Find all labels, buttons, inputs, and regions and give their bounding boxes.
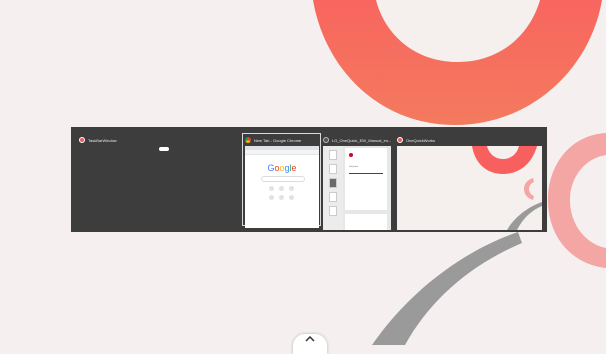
wallpaper-preview [472, 146, 542, 230]
dock-toggle-button[interactable] [293, 334, 327, 354]
pdf-page: OneQuick [345, 148, 387, 210]
pdf-preview: OneQuick [323, 146, 391, 230]
window-title: New Tab - Google Chrome [254, 137, 302, 143]
pdf-viewer-icon [323, 137, 329, 143]
app-icon [397, 137, 403, 143]
page-thumbnail [329, 150, 337, 160]
shortcut-tile [279, 186, 284, 191]
window-title-bar: New Tab - Google Chrome [245, 134, 301, 146]
window-thumbnail-onequickworks[interactable]: OneQuickWorks [394, 134, 544, 230]
page-thumbnail [329, 178, 337, 188]
shortcut-tile [269, 195, 274, 200]
pdf-divider [349, 173, 383, 174]
page-thumbnail [329, 192, 337, 202]
browser-address-bar [245, 150, 319, 155]
google-search-box [261, 176, 305, 182]
window-title: TaskBarWindow [88, 137, 117, 143]
shortcut-tile [289, 195, 294, 200]
wallpaper-pink-ring [548, 133, 606, 268]
task-switcher: TaskBarWindow New Tab - Google Chrome Go… [71, 127, 547, 232]
window-title: OneQuickWorks [406, 137, 436, 143]
wallpaper-gray-arc [372, 232, 522, 345]
window-thumbnail-manual-pdf[interactable]: LG_OneQuick_EW_Manual_en... OneQuick [323, 134, 391, 230]
lg-logo [349, 153, 353, 157]
onequickworks-preview [397, 146, 542, 230]
google-logo: Google [267, 163, 297, 173]
window-title-bar: OneQuickWorks [397, 134, 435, 146]
floating-toolbar-preview [159, 147, 169, 151]
pdf-page-title: OneQuick [349, 166, 358, 168]
window-title-bar: LG_OneQuick_EW_Manual_en... [323, 134, 391, 146]
shortcut-tile [279, 195, 284, 200]
window-thumbnail-chrome[interactable]: New Tab - Google Chrome Google [242, 134, 320, 228]
app-icon [79, 137, 85, 143]
shortcut-tile [289, 186, 294, 191]
pdf-page-sidebar [323, 146, 343, 230]
shortcut-tile [269, 186, 274, 191]
window-thumbnail-taskbarwindow[interactable]: TaskBarWindow [79, 134, 239, 228]
chrome-icon [245, 137, 251, 143]
page-thumbnail [329, 206, 337, 216]
pdf-page [345, 214, 387, 230]
window-title-bar: TaskBarWindow [79, 134, 117, 146]
chevron-up-icon [305, 336, 315, 342]
chrome-preview: Google [245, 146, 319, 228]
page-thumbnail [329, 164, 337, 174]
window-title: LG_OneQuick_EW_Manual_en... [332, 137, 392, 143]
